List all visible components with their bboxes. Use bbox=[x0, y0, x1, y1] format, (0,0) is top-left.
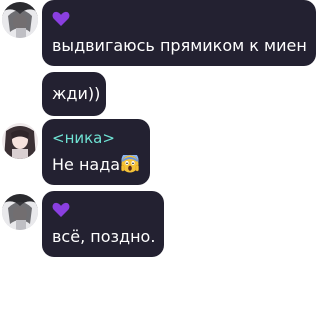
purple-heart-icon bbox=[52, 11, 70, 26]
message-text: Не нада bbox=[52, 155, 139, 175]
message-bubble[interactable]: жди)) bbox=[42, 72, 106, 116]
avatar[interactable] bbox=[2, 123, 38, 159]
message-text: выдвигаюсь прямиком к миен bbox=[52, 36, 307, 55]
purple-heart-icon bbox=[52, 202, 70, 217]
sender-name[interactable]: <ника> bbox=[52, 129, 115, 147]
message-text-content: Не нада bbox=[52, 155, 121, 174]
avatar[interactable] bbox=[2, 194, 38, 230]
message-bubble[interactable]: <ника> Не нада bbox=[42, 119, 150, 185]
avatar[interactable] bbox=[2, 2, 38, 38]
message-text: всё, поздно. bbox=[52, 227, 156, 246]
message-bubble[interactable]: выдвигаюсь прямиком к миен bbox=[42, 0, 316, 66]
message-text: жди)) bbox=[52, 84, 101, 103]
screaming-face-icon bbox=[121, 155, 139, 173]
message-bubble[interactable]: всё, поздно. bbox=[42, 191, 164, 257]
